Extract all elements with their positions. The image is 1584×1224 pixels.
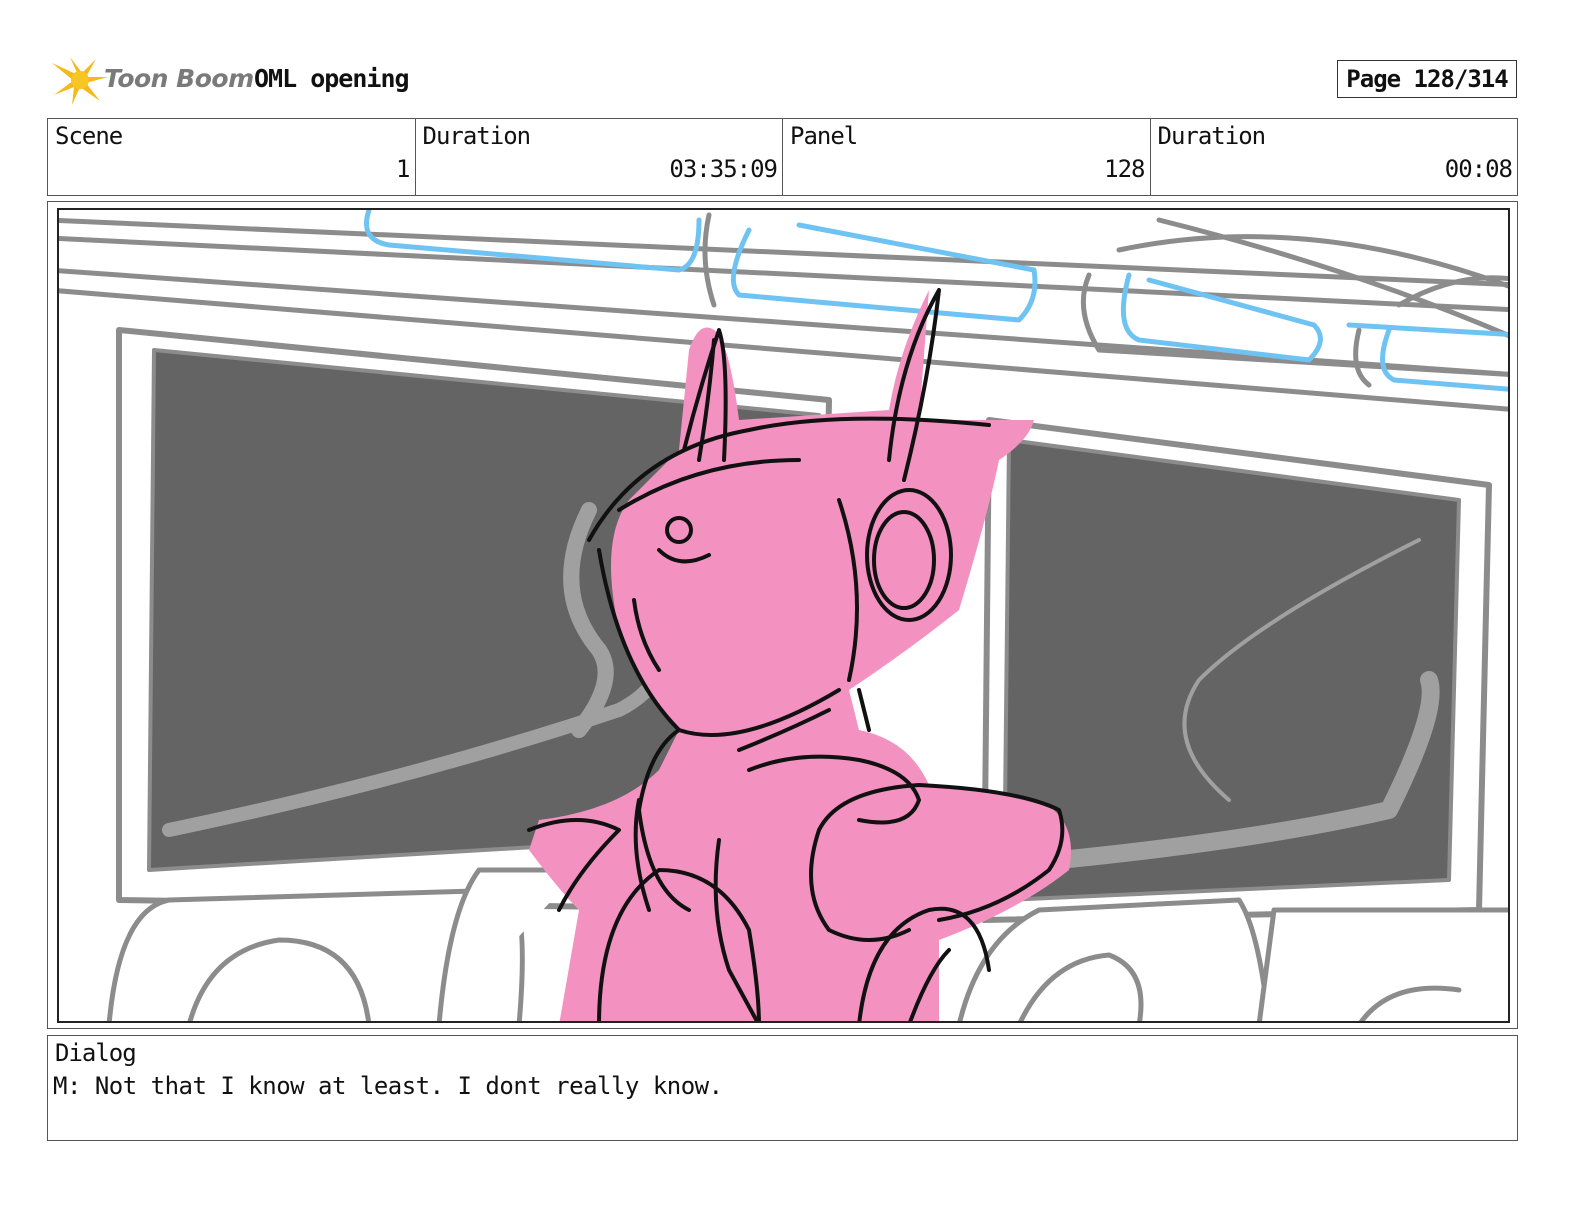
scene-duration-cell: Duration 03:35:09 bbox=[416, 119, 783, 195]
project-title: OML opening bbox=[254, 64, 410, 93]
dialog-text: M: Not that I know at least. I dont real… bbox=[53, 1072, 723, 1100]
storyboard-sketch bbox=[59, 210, 1508, 1021]
panel-info-table: Scene 1 Duration 03:35:09 Panel 128 Dura… bbox=[47, 118, 1518, 196]
panel-duration-cell: Duration 00:08 bbox=[1151, 119, 1518, 195]
page-indicator: Page 128/314 bbox=[1337, 60, 1517, 98]
starburst-icon bbox=[52, 57, 108, 105]
panel-duration-label: Duration bbox=[1157, 122, 1267, 150]
scene-value: 1 bbox=[396, 155, 410, 183]
panel-label: Panel bbox=[790, 122, 858, 150]
panel-cell: Panel 128 bbox=[783, 119, 1151, 195]
dialog-box: Dialog M: Not that I know at least. I do… bbox=[47, 1035, 1518, 1141]
scene-duration-label: Duration bbox=[422, 122, 532, 150]
scene-cell: Scene 1 bbox=[48, 119, 416, 195]
panel-value: 128 bbox=[1104, 155, 1145, 183]
scene-duration-value: 03:35:09 bbox=[669, 155, 778, 183]
storyboard-panel-image bbox=[57, 208, 1510, 1023]
scene-label: Scene bbox=[55, 122, 123, 150]
dialog-label: Dialog bbox=[55, 1039, 137, 1067]
panel-duration-value: 00:08 bbox=[1444, 155, 1513, 183]
brand-name: Toon Boom bbox=[104, 64, 254, 93]
